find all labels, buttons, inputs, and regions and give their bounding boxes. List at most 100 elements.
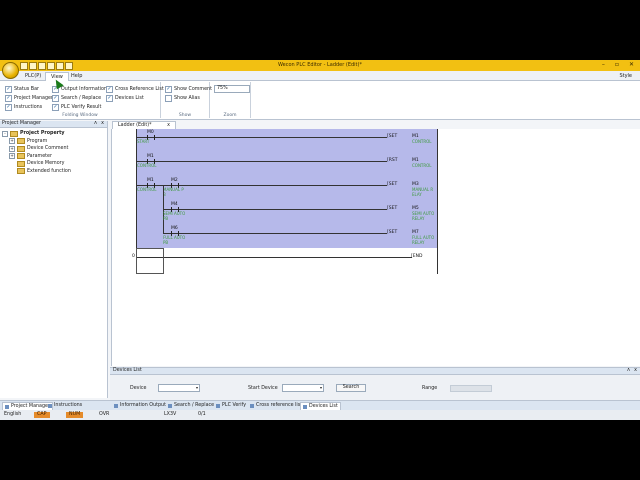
checkbox-icon: ✓ (5, 86, 12, 93)
folder-icon (17, 160, 25, 167)
tree-node-project-property[interactable]: - Project Property (2, 130, 71, 138)
checkbox-icon: ✓ (5, 95, 12, 102)
status-language: English (4, 412, 22, 417)
project-tree: - Project Property + Program + Device Comme… (2, 130, 71, 175)
tab-help[interactable]: Help (66, 72, 87, 80)
cell-cursor[interactable] (136, 248, 164, 274)
devices-list-checkbox[interactable]: ✓ Devices List (106, 95, 144, 102)
range-field[interactable] (450, 385, 492, 392)
coil-comment: MANUAL R ELAY (412, 187, 434, 197)
plc-verify-result-checkbox[interactable]: ✓ PLC Verify Result (52, 104, 101, 111)
panel-close-icon[interactable]: x (101, 121, 104, 127)
rung-line (136, 137, 387, 138)
search-icon (168, 403, 172, 408)
style-menu[interactable]: Style (619, 73, 632, 79)
project-manager-checkbox[interactable]: ✓ Project Manager (5, 95, 53, 102)
close-button[interactable]: ✕ (629, 61, 634, 68)
step-number: 0 (132, 254, 135, 259)
instruction-box[interactable]: [SET (387, 134, 397, 139)
instructions-icon (48, 403, 52, 408)
status-plc-model: LX3V (164, 412, 177, 417)
status-bar: English CAP NUM OVR LX3V 0/1 (0, 410, 640, 420)
devices-list-panel: Devices List x ᴧ Device Start Device Sea… (110, 367, 640, 401)
panel-title: Project Manager (2, 121, 41, 126)
zoom-select[interactable]: 75% (214, 85, 250, 93)
panel-pin-icon[interactable]: ᴧ (94, 121, 97, 127)
folder-icon (17, 168, 25, 175)
application-menu-button[interactable] (2, 62, 19, 79)
minimize-button[interactable]: – (602, 61, 605, 68)
status-num: NUM (66, 412, 84, 418)
panel-pin-icon[interactable]: ᴧ (627, 368, 630, 374)
maximize-button[interactable]: ▫ (615, 61, 619, 68)
zoom-group: 75% Zoom (210, 82, 251, 118)
instructions-checkbox[interactable]: ✓ Instructions (5, 104, 42, 111)
device-select[interactable] (158, 384, 200, 392)
ribbon-tab-row: PLC(P) View Help Style (0, 71, 640, 81)
tree-node-parameter[interactable]: + Parameter (2, 153, 71, 161)
show-alias-checkbox[interactable]: Show Alias (165, 95, 200, 102)
rung-line (163, 209, 387, 210)
folding-window-group: ✓ Status Bar ✓ Project Manager ✓ Instructio… (0, 82, 164, 118)
plc-editor-window: Wecon PLC Editor - Ladder (Edit)* – ▫ ✕ … (0, 60, 640, 420)
expand-icon[interactable]: + (9, 138, 15, 145)
group-label: Zoom (223, 113, 237, 118)
rung-line (136, 257, 412, 258)
expand-icon[interactable]: + (9, 153, 15, 160)
contact-comment: MANUAL PB (163, 187, 184, 197)
ladder-editor[interactable]: M0 START [SET M1 CONTROL M1 CONTROL [RST… (111, 129, 640, 366)
tab-instructions[interactable]: Instructions (46, 402, 84, 409)
panel-close-icon[interactable]: x (634, 368, 637, 374)
checkbox-icon: ✓ (106, 86, 113, 93)
tab-plc-verify[interactable]: PLC Verify (214, 402, 248, 409)
show-comment-checkbox[interactable]: ✓ Show Comment (165, 86, 212, 93)
folder-icon (17, 153, 25, 160)
status-ovr: OVR (99, 412, 110, 417)
tree-node-device-comment[interactable]: + Device Comment (2, 145, 71, 153)
folder-icon (17, 138, 25, 145)
window-title: Wecon PLC Editor - Ladder (Edit)* (278, 62, 362, 68)
end-instruction[interactable]: [END (411, 254, 422, 259)
right-power-rail (437, 129, 438, 274)
coil-comment: FULL AUTO RELAY (412, 235, 435, 245)
tab-ladder-edit[interactable]: Ladder (Edit)* x (112, 121, 176, 129)
instruction-box[interactable]: [SET (387, 206, 397, 211)
coil-comment: CONTROL (412, 163, 432, 168)
contact-comment: SEMI AUTO PB (163, 211, 186, 221)
search-button[interactable]: Search (336, 384, 366, 392)
group-label: Show (178, 113, 192, 118)
tree-node-program[interactable]: + Program (2, 138, 71, 146)
window-controls: – ▫ ✕ (602, 61, 634, 68)
information-icon (114, 403, 118, 408)
tab-search-replace[interactable]: Search / Replace (166, 402, 216, 409)
range-label: Range (422, 386, 438, 391)
devices-list-header: Devices List x ᴧ (110, 368, 640, 375)
rung-line (163, 233, 387, 234)
coil-comment: CONTROL (412, 139, 432, 144)
project-manager-header: Project Manager x ᴧ (0, 121, 107, 128)
checkbox-icon: ✓ (52, 104, 59, 111)
cross-reference-list-checkbox[interactable]: ✓ Cross Reference List (106, 86, 164, 93)
folder-icon (17, 145, 25, 152)
instruction-box[interactable]: [SET (387, 182, 397, 187)
project-manager-icon (5, 404, 9, 409)
device-label: Device (130, 386, 147, 391)
status-position: 0/1 (198, 412, 206, 417)
tab-cross-reference-list[interactable]: Cross reference list (248, 402, 304, 409)
status-bar-checkbox[interactable]: ✓ Status Bar (5, 86, 39, 93)
cross-reference-icon (250, 403, 254, 408)
tab-close-icon[interactable]: x (167, 123, 170, 128)
tab-information-output[interactable]: Information Output (112, 402, 168, 409)
checkbox-icon: ✓ (106, 95, 113, 102)
ribbon-view: ✓ Status Bar ✓ Project Manager ✓ Instructio… (0, 81, 640, 120)
project-manager-panel: Project Manager x ᴧ - Project Property + P… (0, 121, 108, 398)
search-replace-checkbox[interactable]: ✓ Search / Replace (52, 95, 101, 102)
instruction-box[interactable]: [RST (387, 158, 398, 163)
tree-node-device-memory[interactable]: Device Memory (2, 160, 71, 168)
instruction-box[interactable]: [SET (387, 230, 397, 235)
tree-node-extended-function[interactable]: Extended function (2, 168, 71, 176)
start-device-select[interactable] (282, 384, 324, 392)
tab-plc[interactable]: PLC(P) (20, 72, 46, 80)
expand-icon[interactable]: + (9, 145, 15, 152)
collapse-icon[interactable]: - (2, 130, 8, 137)
